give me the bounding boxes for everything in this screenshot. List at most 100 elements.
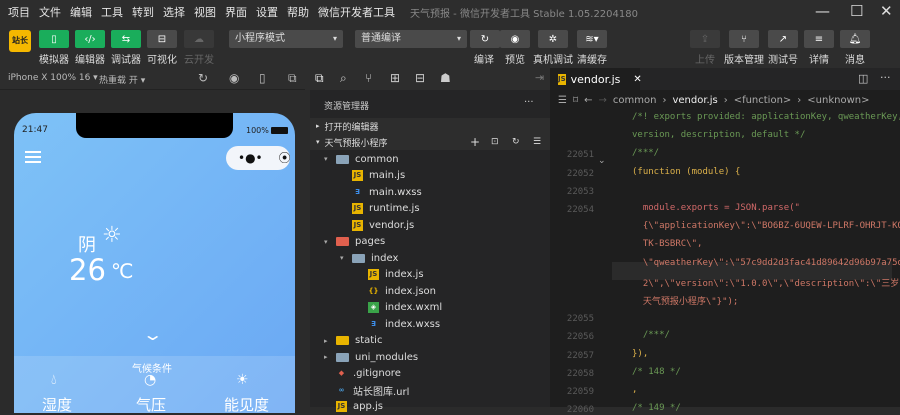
tab-vendor-js[interactable]: JS vendor.js ✕: [550, 68, 642, 90]
tree-folder[interactable]: ▸ uni_modules: [310, 349, 550, 365]
menu-item[interactable]: 项目: [8, 4, 30, 20]
open-editors-section[interactable]: ▸ 打开的编辑器: [310, 118, 550, 134]
test-label: 测试号: [768, 55, 798, 66]
device-select[interactable]: iPhone X 100% 16 ▾: [8, 73, 98, 83]
search-icon[interactable]: ⌕: [340, 71, 347, 86]
outline-icon[interactable]: ⊟: [415, 71, 425, 85]
debug-icon[interactable]: ☗: [440, 71, 451, 85]
menu-item[interactable]: 编辑: [70, 4, 92, 20]
minimize-button[interactable]: —: [815, 2, 830, 20]
popout-icon[interactable]: ⧉: [288, 71, 297, 86]
tree-folder[interactable]: ▸ static: [310, 333, 550, 349]
expand-arrow-icon[interactable]: ▾: [324, 238, 336, 246]
crumb-unknown[interactable]: <unknown>: [807, 95, 869, 106]
tree-file[interactable]: ◆ .gitignore: [310, 366, 550, 382]
fold-chevron-icon[interactable]: ⌄: [598, 156, 606, 166]
simulator-toolbar: iPhone X 100% 16 ▾ 热重载 开 ▾ ↻ ◉ ▯ ⧉: [0, 68, 305, 90]
preview-button[interactable]: ◉: [500, 30, 530, 48]
editor-button[interactable]: ‹/›: [75, 30, 105, 48]
menu-item[interactable]: 微信开发者工具: [318, 4, 395, 20]
refresh-explorer-icon[interactable]: ↻: [512, 137, 520, 147]
crumb-folder[interactable]: common: [613, 95, 657, 106]
tree-file[interactable]: ◈ index.wxml: [310, 300, 550, 316]
tree-file[interactable]: JS vendor.js: [310, 217, 550, 233]
new-file-icon[interactable]: +: [470, 135, 480, 149]
tree-file[interactable]: JS index.js: [310, 267, 550, 283]
collapse-icon[interactable]: ⇥: [535, 71, 544, 84]
test-button[interactable]: ↗: [768, 30, 798, 48]
menu-item[interactable]: 转到: [132, 4, 154, 20]
compile-mode-select[interactable]: 普通编译: [355, 30, 467, 48]
file-name: uni_modules: [355, 351, 419, 363]
tree-folder[interactable]: ▾ pages: [310, 234, 550, 250]
expand-arrow-icon[interactable]: ▾: [340, 254, 352, 262]
code-line: 2\",\"version\":\"1.0.0\",\"description\…: [632, 278, 900, 289]
project-section[interactable]: ▾ 天气预报小程序 + ⊡ ↻ ☰: [310, 134, 550, 150]
extensions-icon[interactable]: ⊞: [390, 71, 400, 85]
files-icon[interactable]: ⧉: [315, 71, 324, 86]
menu-item[interactable]: 设置: [256, 4, 278, 20]
chevron-down-icon[interactable]: ⌄: [142, 325, 163, 344]
more-actions-icon[interactable]: ···: [880, 71, 891, 84]
phone-icon[interactable]: ▯: [259, 71, 266, 85]
record-icon[interactable]: ◉: [229, 71, 239, 85]
expand-arrow-icon[interactable]: ▸: [324, 353, 336, 361]
tree-file[interactable]: ∃ index.wxss: [310, 316, 550, 332]
project-label: 天气预报小程序: [324, 138, 388, 149]
simulator-label: 模拟器: [39, 55, 69, 66]
explorer-more-button[interactable]: ···: [524, 97, 534, 108]
messages-button[interactable]: 🔔︎: [840, 30, 870, 48]
menu-icon[interactable]: [25, 151, 41, 163]
upload-button[interactable]: ⇪: [690, 30, 720, 48]
file-name: index.wxml: [385, 302, 443, 313]
tree-file[interactable]: ∃ main.wxss: [310, 184, 550, 200]
code-line: \"qweatherKey\":\"57c9dd2d3fac41d89642d9…: [632, 257, 900, 268]
more-icon[interactable]: •●•: [238, 151, 263, 165]
maximize-button[interactable]: ☐: [850, 2, 863, 20]
collapse-all-icon[interactable]: ☰: [533, 137, 541, 147]
tree-file[interactable]: JS runtime.js: [310, 201, 550, 217]
mode-select[interactable]: 小程序模式: [229, 30, 343, 48]
expand-arrow-icon[interactable]: ▸: [324, 337, 336, 345]
file-name: main.wxss: [369, 186, 422, 198]
close-tab-icon[interactable]: ✕: [633, 74, 641, 85]
line-number: 22057: [566, 350, 594, 361]
capsule-menu[interactable]: •●• ⦿: [226, 146, 291, 170]
toolbar: 站长 ▯ 模拟器 ‹/› 编辑器 ⇆ 调试器 ⊟ 可视化 ☁ 云开发 小程序模式 普通编译…: [0, 24, 900, 68]
list-icon[interactable]: ☰: [558, 95, 567, 106]
back-icon[interactable]: ←: [584, 95, 592, 106]
close-mini-icon[interactable]: ⦿: [279, 151, 291, 165]
forward-icon[interactable]: →: [599, 95, 607, 106]
menu-item[interactable]: 界面: [225, 4, 247, 20]
tree-file[interactable]: ∞ 站长图库.url: [310, 382, 550, 398]
menu-item[interactable]: 选择: [163, 4, 185, 20]
remote-debug-button[interactable]: ✲: [538, 30, 568, 48]
split-editor-icon[interactable]: ◫: [858, 72, 868, 85]
menu-item[interactable]: 文件: [39, 4, 61, 20]
hot-reload-select[interactable]: 热重载 开 ▾: [99, 73, 145, 86]
compile-button[interactable]: ↻: [470, 30, 500, 48]
bookmark-icon[interactable]: ⌑: [573, 95, 578, 106]
menu-item[interactable]: 工具: [101, 4, 123, 20]
close-button[interactable]: ✕: [880, 2, 893, 20]
new-folder-icon[interactable]: ⊡: [491, 137, 499, 147]
git-icon[interactable]: ⑂: [365, 71, 372, 85]
visual-button[interactable]: ⊟: [147, 30, 177, 48]
debugger-button[interactable]: ⇆: [111, 30, 141, 48]
crumb-function[interactable]: <function>: [734, 95, 792, 106]
cloud-button[interactable]: ☁: [184, 30, 214, 48]
tree-folder[interactable]: ▾ common: [310, 151, 550, 167]
refresh-icon[interactable]: ↻: [198, 71, 208, 85]
code-line: ,: [632, 385, 638, 395]
tree-folder[interactable]: ▾ index: [310, 250, 550, 266]
clear-cache-button[interactable]: ≋▾: [577, 30, 607, 48]
tree-file[interactable]: JS main.js: [310, 168, 550, 184]
crumb-file[interactable]: vendor.js: [672, 95, 717, 106]
menu-item[interactable]: 帮助: [287, 4, 309, 20]
version-button[interactable]: ⑂: [729, 30, 759, 48]
expand-arrow-icon[interactable]: ▾: [324, 155, 336, 163]
details-button[interactable]: ≡: [804, 30, 834, 48]
simulator-button[interactable]: ▯: [39, 30, 69, 48]
menu-item[interactable]: 视图: [194, 4, 216, 20]
tree-file[interactable]: {} index.json: [310, 283, 550, 299]
